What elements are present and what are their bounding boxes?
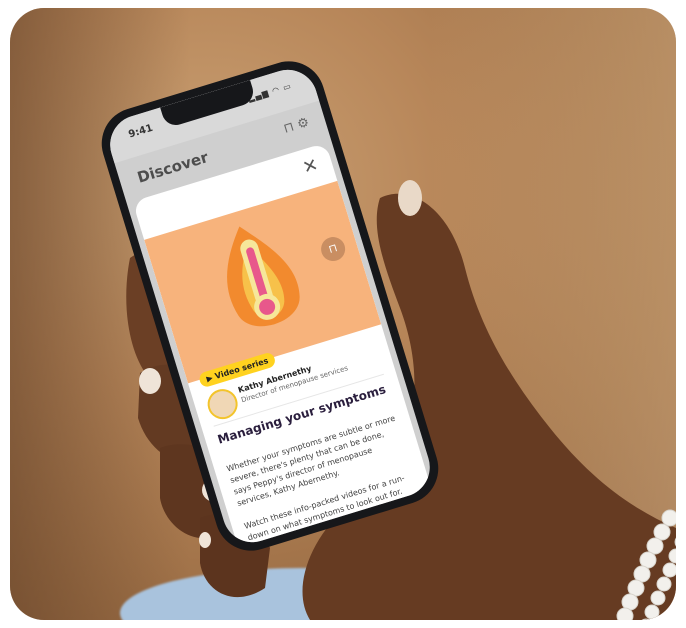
close-icon[interactable]: ✕ — [300, 154, 321, 178]
author-avatar — [203, 385, 242, 423]
gear-icon[interactable]: ⚙ — [296, 115, 312, 133]
bookmark-icon[interactable]: ⊓ — [282, 120, 296, 137]
thermometer-flame-icon — [227, 226, 300, 327]
status-time: 9:41 — [127, 122, 155, 141]
status-icons: ▂▄▆ ◠ ▭ — [247, 81, 293, 104]
pearl-bracelet — [616, 509, 676, 620]
header-icons: ⊓ ⚙ — [282, 115, 311, 137]
